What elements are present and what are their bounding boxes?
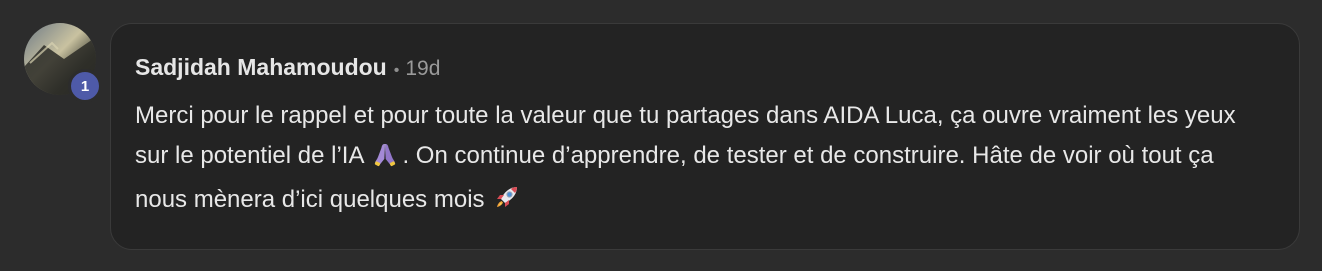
author-name[interactable]: Sadjidah Mahamoudou: [135, 54, 387, 81]
comment-body: Merci pour le rappel et pour toute la va…: [135, 96, 1245, 224]
comment-bubble: Sadjidah Mahamoudou • 19d Merci pour le …: [110, 23, 1300, 250]
comment-meta: Sadjidah Mahamoudou • 19d: [135, 54, 1299, 84]
timestamp[interactable]: 19d: [405, 57, 440, 81]
level-badge: 1: [68, 69, 102, 103]
meta-separator: •: [393, 62, 400, 79]
comment-item: 1 Sadjidah Mahamoudou • 19d Merci pour l…: [0, 0, 1322, 271]
avatar-container[interactable]: 1: [24, 23, 102, 103]
rocket-icon: [493, 183, 521, 224]
folded-hands-icon: [372, 140, 398, 180]
